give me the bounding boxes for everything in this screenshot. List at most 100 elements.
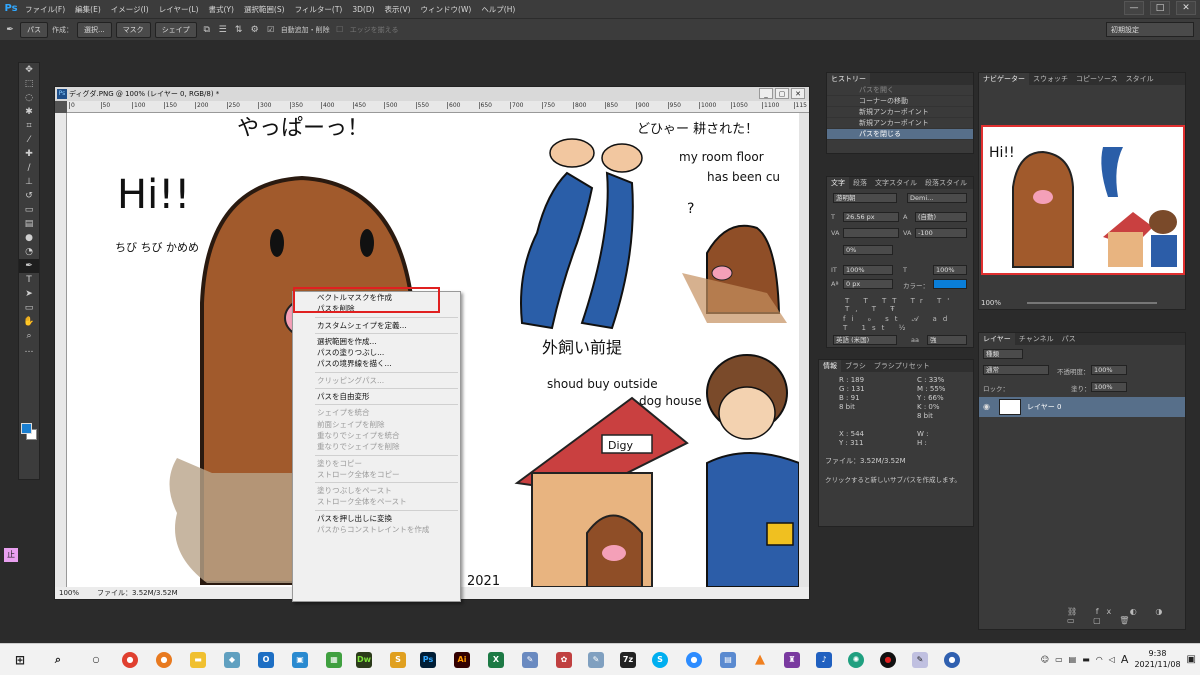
move-tool-icon[interactable]: ✥ <box>19 63 39 77</box>
skype-icon[interactable]: S <box>652 652 668 668</box>
path-operations-icon[interactable]: ⧉ <box>201 25 213 35</box>
illustrator-icon[interactable]: Ai <box>454 652 470 668</box>
minimize-button[interactable]: — <box>1124 1 1144 15</box>
windows-start-icon[interactable]: ⊞ <box>12 652 28 668</box>
volume-icon[interactable]: ◁ <box>1109 655 1115 664</box>
app-icon[interactable]: S <box>390 652 406 668</box>
menu-edit[interactable]: 編集(E) <box>70 4 106 15</box>
status-zoom[interactable]: 100% <box>59 587 79 599</box>
auto-add-checkbox[interactable]: ☑ <box>265 25 277 34</box>
healing-tool-icon[interactable]: ✚ <box>19 147 39 161</box>
excel-icon[interactable]: X <box>488 652 504 668</box>
navigator-zoom-value[interactable]: 100% <box>981 299 1001 307</box>
baseline-shift-input[interactable]: 0 px <box>843 279 893 289</box>
notification-icon[interactable]: ▣ <box>1187 654 1196 665</box>
menu-type[interactable]: 書式(Y) <box>204 4 239 15</box>
history-item[interactable]: 新規アンカーポイント <box>827 107 973 118</box>
tab-brush-presets[interactable]: ブラシプリセット <box>870 360 934 372</box>
shape-button[interactable]: シェイプ <box>154 21 197 38</box>
app-icon[interactable]: ✎ <box>588 652 604 668</box>
ime-language[interactable]: A <box>1121 653 1129 666</box>
menu-window[interactable]: ウィンドウ(W) <box>416 4 477 15</box>
network-icon[interactable]: ▤ <box>1069 655 1077 664</box>
path-mode-select[interactable]: パス <box>20 21 48 38</box>
app-icon[interactable]: ▤ <box>720 652 736 668</box>
foreground-color-swatch[interactable] <box>21 423 32 434</box>
tab-history[interactable]: ヒストリー <box>827 73 870 85</box>
tab-char-style[interactable]: 文字スタイル <box>871 177 921 189</box>
app-icon[interactable]: ▣ <box>292 652 308 668</box>
tab-styles[interactable]: スタイル <box>1122 73 1158 85</box>
kerning-input[interactable] <box>843 228 899 238</box>
stamp-tool-icon[interactable]: ⊥ <box>19 175 39 189</box>
tab-paragraph[interactable]: 段落 <box>849 177 871 189</box>
align-edges-checkbox[interactable]: ☐ <box>334 25 346 34</box>
dodge-tool-icon[interactable]: ◔ <box>19 245 39 259</box>
marquee-tool-icon[interactable]: ⬚ <box>19 77 39 91</box>
context-menu-item[interactable]: パスを押し出しに変換 <box>293 513 460 524</box>
hand-tool-icon[interactable]: ✋ <box>19 315 39 329</box>
doc-minimize-button[interactable]: _ <box>759 88 773 99</box>
history-item[interactable]: パスを開く <box>827 85 973 96</box>
tab-info[interactable]: 情報 <box>819 360 841 372</box>
battery-icon[interactable]: ▬ <box>1082 655 1090 664</box>
eye-icon[interactable]: ◉ <box>983 402 990 411</box>
tab-channels[interactable]: チャンネル <box>1015 333 1058 345</box>
layer-row[interactable]: ◉ レイヤー 0 <box>979 397 1185 417</box>
maximize-button[interactable]: □ <box>1150 1 1170 15</box>
menu-3d[interactable]: 3D(D) <box>347 5 379 14</box>
context-menu-item[interactable]: パスの境界線を描く... <box>293 358 460 369</box>
gradient-tool-icon[interactable]: ▤ <box>19 217 39 231</box>
app-icon[interactable]: ✿ <box>556 652 572 668</box>
tab-clone-source[interactable]: コピーソース <box>1072 73 1122 85</box>
text-color-swatch[interactable] <box>933 279 967 289</box>
tab-paths[interactable]: パス <box>1058 333 1080 345</box>
path-arrangement-icon[interactable]: ⇅ <box>233 25 245 35</box>
wifi-icon[interactable]: ◠ <box>1096 655 1103 664</box>
font-style-select[interactable]: Demi... <box>907 193 967 203</box>
font-size-input[interactable]: 26.56 px <box>843 212 899 222</box>
shape-tool-icon[interactable]: ▭ <box>19 301 39 315</box>
eraser-tool-icon[interactable]: ▭ <box>19 203 39 217</box>
menu-layer[interactable]: レイヤー(L) <box>154 4 204 15</box>
path-select-tool-icon[interactable]: ➤ <box>19 287 39 301</box>
firefox-icon[interactable]: ● <box>156 652 172 668</box>
menu-filter[interactable]: フィルター(T) <box>290 4 348 15</box>
leading-input[interactable]: (自動) <box>915 212 967 222</box>
quick-select-tool-icon[interactable]: ✱ <box>19 105 39 119</box>
app-icon[interactable]: ● <box>944 652 960 668</box>
menu-file[interactable]: ファイル(F) <box>20 4 70 15</box>
clock[interactable]: 9:38 2021/11/08 <box>1134 648 1180 670</box>
layer-name[interactable]: レイヤー 0 <box>1027 402 1061 412</box>
search-icon[interactable]: ⌕ <box>50 652 66 668</box>
context-menu-item[interactable]: カスタムシェイプを定義... <box>293 320 460 331</box>
menu-select[interactable]: 選択範囲(S) <box>239 4 290 15</box>
opacity-input[interactable]: 100% <box>1091 365 1127 375</box>
select-button[interactable]: 選択... <box>77 21 112 38</box>
crop-tool-icon[interactable]: ⌗ <box>19 119 39 133</box>
tab-swatches[interactable]: スウォッチ <box>1029 73 1072 85</box>
font-family-select[interactable]: 游明朝 <box>833 193 897 203</box>
history-brush-icon[interactable]: ↺ <box>19 189 39 203</box>
zoom-tool-icon[interactable]: ⌕ <box>19 329 39 343</box>
antialias-select[interactable]: 強 <box>927 335 967 345</box>
tab-navigator[interactable]: ナビゲーター <box>979 73 1029 85</box>
tracking-input[interactable]: -100 <box>915 228 967 238</box>
mask-button[interactable]: マスク <box>115 21 151 38</box>
tsume-input[interactable]: 0% <box>843 245 893 255</box>
music-icon[interactable]: ♪ <box>816 652 832 668</box>
pen-tool-icon[interactable]: ✒ <box>4 25 16 35</box>
dreamweaver-icon[interactable]: Dw <box>356 652 372 668</box>
chrome-icon[interactable]: ● <box>122 652 138 668</box>
tab-character[interactable]: 文字 <box>827 177 849 189</box>
app-icon[interactable]: ✎ <box>912 652 928 668</box>
app-icon[interactable]: ✺ <box>848 652 864 668</box>
workspace-select[interactable]: 初期設定 <box>1106 22 1194 37</box>
blend-mode-select[interactable]: 通常 <box>983 365 1049 375</box>
type-tool-icon[interactable]: T <box>19 273 39 287</box>
pen-tool-icon[interactable]: ✒ <box>19 259 39 273</box>
path-alignment-icon[interactable]: ☰ <box>217 25 229 35</box>
explorer-icon[interactable]: ▬ <box>190 652 206 668</box>
record-icon[interactable]: ● <box>880 652 896 668</box>
doc-restore-button[interactable]: ▢ <box>775 88 789 99</box>
